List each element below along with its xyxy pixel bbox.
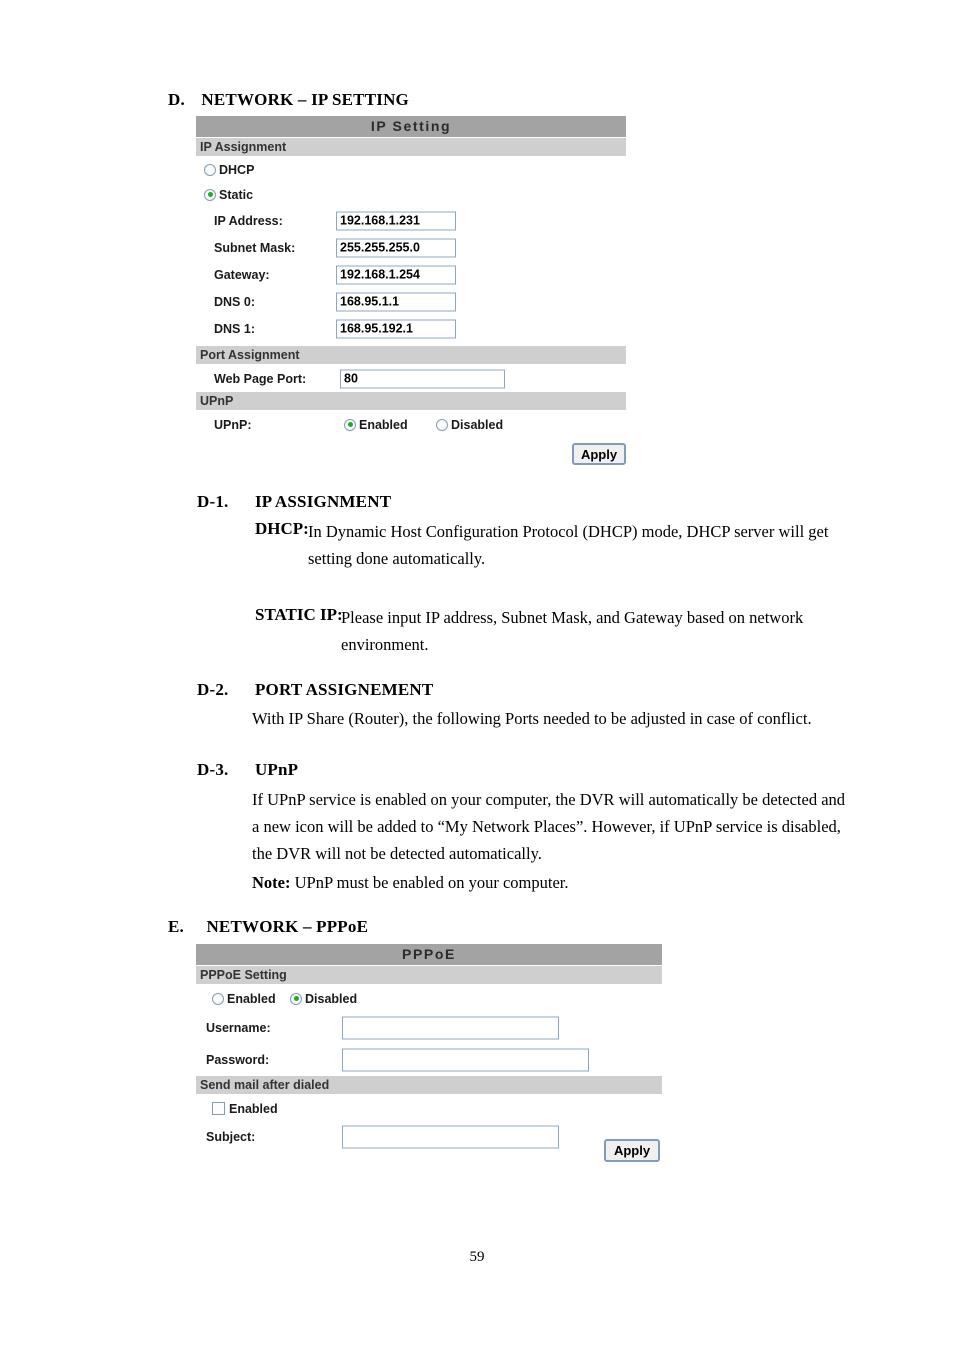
- radio-upnp-disabled-icon[interactable]: [436, 418, 448, 431]
- subject-label: Subject:: [206, 1130, 256, 1144]
- static-row: Static: [196, 182, 626, 207]
- section-e-heading: E. NETWORK – PPPoE: [168, 917, 368, 937]
- page-number: 59: [469, 1249, 485, 1265]
- d1-heading: D-1. IP ASSIGNMENT: [197, 492, 391, 512]
- static-ip-description-text: Please input IP address, Subnet Mask, an…: [341, 608, 804, 654]
- ip-setting-panel: IP Setting IP Assignment DHCP Static IP …: [196, 116, 626, 438]
- radio-static-label: Static: [219, 187, 254, 202]
- radio-upnp-enabled[interactable]: Enabled: [344, 418, 408, 432]
- section-d-marker: D.: [168, 90, 185, 109]
- d3-heading: D-3. UPnP: [197, 760, 298, 780]
- subject-input[interactable]: [342, 1125, 559, 1149]
- d1-title: IP ASSIGNMENT: [254, 492, 392, 511]
- gateway-label: Gateway:: [214, 267, 270, 282]
- d1-marker: D-1.: [197, 492, 229, 511]
- radio-upnp-enabled-label: Enabled: [359, 417, 408, 432]
- section-e-title: NETWORK – PPPoE: [206, 917, 369, 936]
- pppoe-panel: PPPoE PPPoE Setting Enabled Disabled Use…: [196, 944, 662, 1152]
- dns0-input[interactable]: 168.95.1.1: [336, 292, 456, 311]
- pppoe-apply-button[interactable]: Apply: [604, 1139, 660, 1162]
- dns1-label: DNS 1:: [214, 321, 255, 336]
- username-row: Username:: [196, 1012, 662, 1044]
- radio-dhcp-label: DHCP: [219, 162, 255, 177]
- radio-pppoe-enabled-label: Enabled: [227, 991, 276, 1006]
- checkbox-sendmail-enabled-label: Enabled: [229, 1101, 278, 1116]
- radio-pppoe-disabled[interactable]: Disabled: [290, 992, 357, 1006]
- dhcp-description-text: In Dynamic Host Configuration Protocol (…: [308, 522, 829, 568]
- d3-description: If UPnP service is enabled on your compu…: [252, 786, 850, 867]
- dns0-label: DNS 0:: [214, 294, 255, 309]
- sendmail-enable-row: Enabled: [196, 1095, 662, 1122]
- ip-address-row: IP Address: 192.168.1.231: [196, 207, 626, 234]
- d3-description-text: If UPnP service is enabled on your compu…: [252, 790, 846, 863]
- dns1-row: DNS 1: 168.95.192.1: [196, 315, 626, 342]
- web-page-port-input[interactable]: 80: [340, 369, 505, 388]
- d3-note: Note: UPnP must be enabled on your compu…: [252, 869, 850, 896]
- d2-marker: D-2.: [197, 680, 229, 699]
- d2-heading: D-2. PORT ASSIGNEMENT: [197, 680, 433, 700]
- static-ip-term-label: STATIC IP:: [255, 605, 343, 624]
- radio-pppoe-enabled-icon[interactable]: [212, 992, 224, 1005]
- dhcp-description: In Dynamic Host Configuration Protocol (…: [308, 518, 840, 572]
- username-label: Username:: [206, 1021, 271, 1035]
- password-input[interactable]: [342, 1048, 589, 1072]
- radio-pppoe-enabled[interactable]: Enabled: [212, 992, 276, 1006]
- radio-static-icon[interactable]: [204, 188, 216, 201]
- radio-pppoe-disabled-icon[interactable]: [290, 992, 302, 1005]
- ip-assignment-section-bar: IP Assignment: [196, 138, 626, 157]
- subnet-mask-input[interactable]: 255.255.255.0: [336, 238, 456, 257]
- radio-upnp-disabled[interactable]: Disabled: [436, 418, 503, 432]
- subnet-mask-label: Subnet Mask:: [214, 240, 296, 255]
- ip-address-label: IP Address:: [214, 213, 283, 228]
- d3-note-text: UPnP must be enabled on your computer.: [294, 873, 569, 892]
- dhcp-term-label: DHCP:: [255, 519, 309, 538]
- upnp-row: UPnP: Enabled Disabled: [196, 411, 626, 438]
- gateway-row: Gateway: 192.168.1.254: [196, 261, 626, 288]
- subnet-mask-row: Subnet Mask: 255.255.255.0: [196, 234, 626, 261]
- password-row: Password:: [196, 1044, 662, 1076]
- ip-address-input[interactable]: 192.168.1.231: [336, 211, 456, 230]
- radio-upnp-enabled-icon[interactable]: [344, 418, 356, 431]
- d3-marker: D-3.: [197, 760, 229, 779]
- radio-upnp-disabled-label: Disabled: [451, 417, 504, 432]
- gateway-input[interactable]: 192.168.1.254: [336, 265, 456, 284]
- d2-title: PORT ASSIGNEMENT: [254, 680, 434, 699]
- d2-description-text: With IP Share (Router), the following Po…: [252, 709, 812, 728]
- sendmail-section-bar: Send mail after dialed: [196, 1076, 662, 1095]
- section-d-title: NETWORK – IP SETTING: [201, 90, 409, 109]
- port-assignment-section-bar: Port Assignment: [196, 346, 626, 365]
- checkbox-sendmail-enabled[interactable]: Enabled: [212, 1102, 278, 1116]
- subject-row: Subject:: [196, 1122, 662, 1152]
- radio-static[interactable]: Static: [204, 188, 253, 202]
- dhcp-row: DHCP: [196, 157, 626, 182]
- username-input[interactable]: [342, 1016, 559, 1040]
- pppoe-setting-section-bar: PPPoE Setting: [196, 966, 662, 985]
- upnp-label: UPnP:: [214, 417, 252, 432]
- pppoe-enable-row: Enabled Disabled: [196, 985, 662, 1012]
- upnp-section-bar: UPnP: [196, 392, 626, 411]
- static-ip-description: Please input IP address, Subnet Mask, an…: [341, 604, 840, 658]
- radio-pppoe-disabled-label: Disabled: [305, 991, 358, 1006]
- web-page-port-label: Web Page Port:: [214, 371, 307, 386]
- d2-description: With IP Share (Router), the following Po…: [252, 705, 847, 732]
- web-page-port-row: Web Page Port: 80: [196, 365, 626, 392]
- dns1-input[interactable]: 168.95.192.1: [336, 319, 456, 338]
- password-label: Password:: [206, 1053, 270, 1067]
- ip-setting-apply-button[interactable]: Apply: [572, 443, 626, 465]
- section-d-heading: D. NETWORK – IP SETTING: [168, 90, 409, 110]
- radio-dhcp[interactable]: DHCP: [204, 163, 254, 177]
- d3-note-label: Note:: [252, 873, 291, 892]
- section-e-marker: E.: [168, 917, 184, 936]
- pppoe-panel-title: PPPoE: [196, 944, 662, 966]
- ip-setting-panel-title: IP Setting: [196, 116, 626, 138]
- dns0-row: DNS 0: 168.95.1.1: [196, 288, 626, 315]
- d3-title: UPnP: [254, 760, 299, 779]
- radio-dhcp-icon[interactable]: [204, 163, 216, 176]
- checkbox-sendmail-enabled-icon[interactable]: [212, 1102, 225, 1115]
